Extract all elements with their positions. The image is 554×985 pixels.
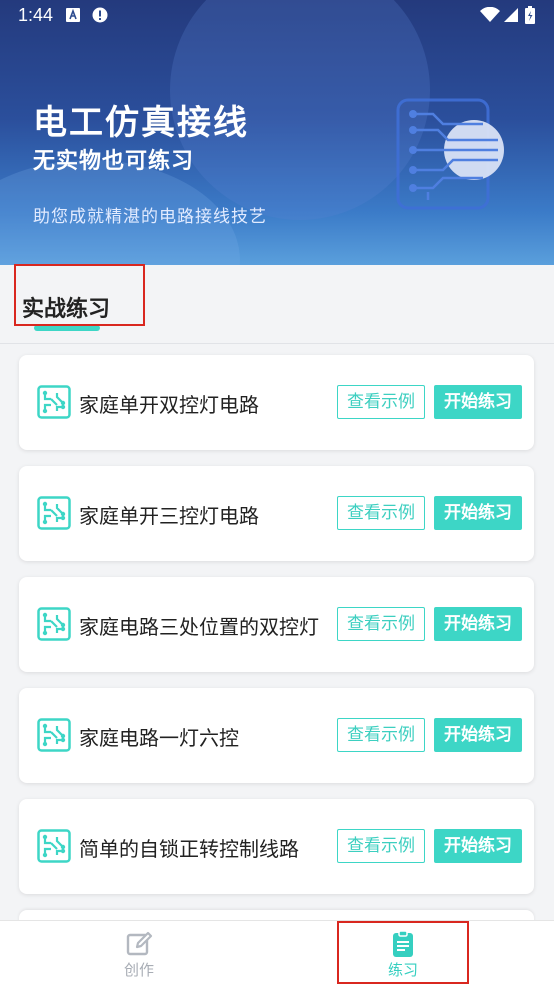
start-practice-button[interactable]: 开始练习 [434, 718, 522, 752]
circuit-board-icon [37, 496, 71, 530]
view-example-button[interactable]: 查看示例 [337, 718, 425, 752]
start-practice-button[interactable]: 开始练习 [434, 829, 522, 863]
status-time: 1:44 [18, 5, 54, 25]
circuit-board-icon [37, 718, 71, 752]
highlight-box [14, 264, 145, 326]
nav-create-label: 创作 [123, 961, 154, 979]
hero-description: 助您成就精湛的电路接线技艺 [33, 207, 267, 227]
battery-icon [525, 6, 535, 24]
highlight-box [337, 921, 469, 984]
practice-card[interactable]: 家庭电路三处位置的双控灯 查看示例 开始练习 [19, 577, 534, 672]
alert-icon [92, 7, 108, 23]
signal-icon [504, 8, 518, 22]
view-example-button[interactable]: 查看示例 [337, 829, 425, 863]
card-title: 家庭电路三处位置的双控灯 [79, 615, 319, 639]
edit-icon [126, 931, 153, 956]
start-practice-button[interactable]: 开始练习 [434, 607, 522, 641]
view-example-button[interactable]: 查看示例 [337, 607, 425, 641]
card-title: 家庭单开双控灯电路 [79, 393, 259, 417]
start-practice-button[interactable]: 开始练习 [434, 385, 522, 419]
practice-card[interactable]: 家庭电路一灯六控 查看示例 开始练习 [19, 688, 534, 783]
circuit-board-icon [37, 385, 71, 419]
card-title: 家庭电路一灯六控 [79, 726, 239, 750]
hero-banner: 1:44 电工仿真接线 无实物也可练习 助您成就精湛的电路接线技艺 [0, 0, 554, 265]
nav-create[interactable]: 创作 [74, 921, 204, 985]
card-title: 家庭单开三控灯电路 [79, 504, 259, 528]
circuit-board-icon [37, 829, 71, 863]
keyboard-a-icon [66, 8, 80, 22]
practice-card[interactable]: 家庭单开双控灯电路 查看示例 开始练习 [19, 355, 534, 450]
wifi-icon [480, 7, 500, 22]
card-title: 简单的自锁正转控制线路 [79, 837, 299, 861]
view-example-button[interactable]: 查看示例 [337, 496, 425, 530]
circuit-board-icon [37, 607, 71, 641]
circuit-chip-icon [396, 98, 504, 210]
hero-subtitle: 无实物也可练习 [33, 149, 195, 174]
status-bar: 1:44 [0, 0, 554, 32]
practice-card[interactable]: 家庭单开三控灯电路 查看示例 开始练习 [19, 466, 534, 561]
bottom-nav: 创作 练习 [0, 920, 554, 985]
hero-title: 电工仿真接线 [33, 103, 249, 143]
practice-card[interactable]: 简单的自锁正转控制线路 查看示例 开始练习 [19, 799, 534, 894]
start-practice-button[interactable]: 开始练习 [434, 496, 522, 530]
view-example-button[interactable]: 查看示例 [337, 385, 425, 419]
